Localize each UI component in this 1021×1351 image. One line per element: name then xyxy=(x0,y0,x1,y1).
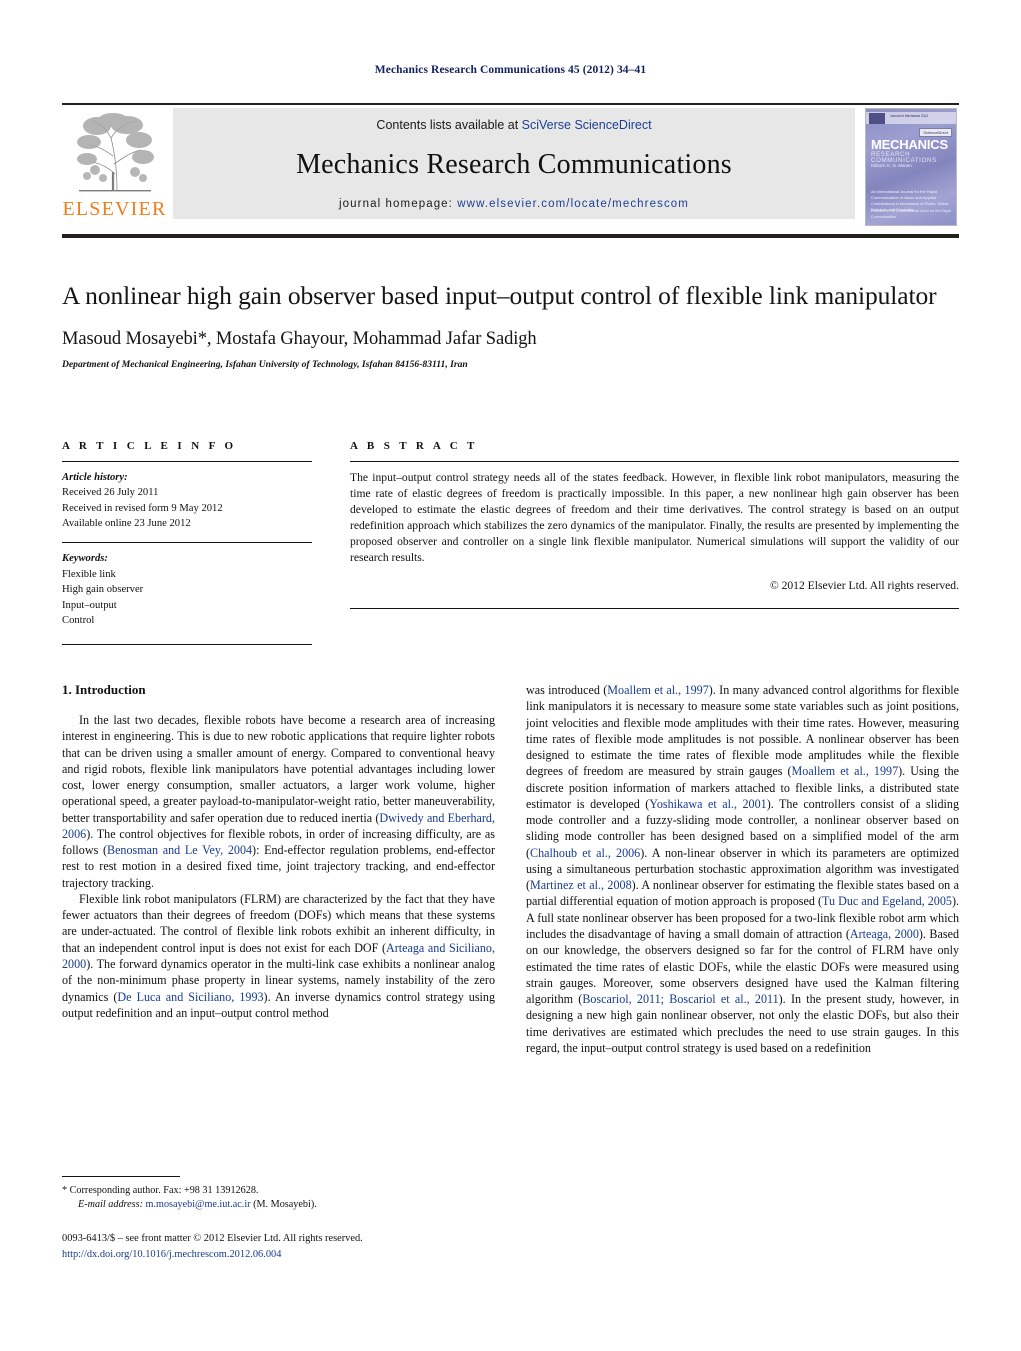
journal-title: Mechanics Research Communications xyxy=(296,149,732,180)
article-info-column: A R T I C L E I N F O Article history: R… xyxy=(62,440,312,646)
body-column-right: was introduced (Moallem et al., 1997). I… xyxy=(526,682,959,1056)
journal-homepage-line: journal homepage: www.elsevier.com/locat… xyxy=(339,198,689,210)
citation-link[interactable]: Martinez et al., 2008 xyxy=(530,878,632,892)
keyword-2: Input–output xyxy=(62,599,117,611)
citation-link[interactable]: Tu Duc and Egeland, 2005 xyxy=(822,894,952,908)
article-info-rule-mid xyxy=(62,542,312,544)
doi-link[interactable]: http://dx.doi.org/10.1016/j.mechrescom.2… xyxy=(62,1247,582,1263)
paragraph-left-1: Flexible link robot manipulators (FLRM) … xyxy=(62,891,495,1020)
journal-band: Contents lists available at SciVerse Sci… xyxy=(173,108,855,219)
citation-link[interactable]: Boscariol, 2011; Boscariol et al., 2011 xyxy=(582,992,778,1006)
citation-link[interactable]: Arteaga, 2000 xyxy=(850,927,919,941)
contents-line: Contents lists available at SciVerse Sci… xyxy=(376,118,651,132)
journal-masthead: ELSEVIER Contents lists available at Sci… xyxy=(62,103,959,233)
citation-link[interactable]: Yoshikawa et al., 2001 xyxy=(649,797,766,811)
abstract-text: The input–output control strategy needs … xyxy=(350,471,959,564)
keyword-3: Control xyxy=(62,614,95,626)
cover-editor-line: Editors: K. G. Manen xyxy=(871,163,912,168)
citation-link[interactable]: Benosman and Le Vey, 2004 xyxy=(107,843,252,857)
footnote-rule xyxy=(62,1176,180,1177)
body-column-gap xyxy=(495,682,526,1056)
email-link[interactable]: m.mosayebi@me.iut.ac.ir xyxy=(146,1199,251,1210)
cover-title-primary: MECHANICS xyxy=(871,137,948,152)
email-note: E-mail address: m.mosayebi@me.iut.ac.ir … xyxy=(62,1198,495,1212)
citation-link[interactable]: Chalhoub et al., 2006 xyxy=(530,846,640,860)
journal-cover-block: Journal of Mechanics 2012 ScienceDirect … xyxy=(863,108,959,234)
body-columns: 1. Introduction In the last two decades,… xyxy=(62,682,959,1056)
author-list: Masoud Mosayebi*, Mostafa Ghayour, Moham… xyxy=(62,329,537,350)
citation-link[interactable]: Moallem et al., 1997 xyxy=(792,764,899,778)
citation-link[interactable]: Dwivedy and Eberhard, 2006 xyxy=(62,811,495,841)
footnote-block: * Corresponding author. Fax: +98 31 1391… xyxy=(62,1176,495,1213)
column-gap xyxy=(312,440,350,645)
email-label: E-mail address: xyxy=(78,1199,143,1211)
running-head-journal: Mechanics Research Communications xyxy=(374,64,566,76)
page-title: A nonlinear high gain observer based inp… xyxy=(62,281,937,310)
paper-page: Mechanics Research Communications 45 (20… xyxy=(0,0,1021,1351)
paragraph-right-0: was introduced (Moallem et al., 1997). I… xyxy=(526,683,959,1055)
abstract-rule-bottom xyxy=(350,607,959,609)
article-history-label: Article history: xyxy=(62,472,128,483)
article-history-2: Available online 23 June 2012 xyxy=(62,518,191,530)
contents-prefix: Contents lists available at xyxy=(376,118,522,132)
abstract-heading: A B S T R A C T xyxy=(350,440,478,452)
corresponding-author-note: * Corresponding author. Fax: +98 31 1391… xyxy=(62,1185,259,1196)
running-head-citation: 45 (2012) 34–41 xyxy=(568,64,647,76)
title-block: A nonlinear high gain observer based inp… xyxy=(62,280,959,370)
body-column-left: 1. Introduction In the last two decades,… xyxy=(62,682,495,1056)
affiliation: Department of Mechanical Engineering, Is… xyxy=(62,359,468,371)
email-suffix: (M. Mosayebi). xyxy=(253,1199,317,1211)
cover-sciencedirect-badge: ScienceDirect xyxy=(919,128,952,137)
paragraph-left-0: In the last two decades, flexible robots… xyxy=(62,713,495,890)
cover-elsevier-mark xyxy=(869,113,885,124)
abstract-rule-top xyxy=(350,461,959,462)
section-title-introduction: 1. Introduction xyxy=(62,682,146,697)
article-info-rule-bottom xyxy=(62,644,312,646)
page-footer: 0093-6413/$ – see front matter © 2012 El… xyxy=(62,1231,582,1262)
elsevier-tree-icon xyxy=(76,113,154,192)
journal-cover-thumbnail[interactable]: Journal of Mechanics 2012 ScienceDirect … xyxy=(865,108,957,226)
info-abstract-region: A R T I C L E I N F O Article history: R… xyxy=(62,440,959,646)
abstract-copyright: © 2012 Elsevier Ltd. All rights reserved… xyxy=(769,578,959,592)
abstract-column: A B S T R A C T The input–output control… xyxy=(350,440,959,645)
issn-copyright-line: 0093-6413/$ – see front matter © 2012 El… xyxy=(62,1233,363,1244)
keyword-0: Flexible link xyxy=(62,568,116,580)
homepage-url-link[interactable]: www.elsevier.com/locate/mechrescom xyxy=(457,198,689,210)
keywords-label: Keywords: xyxy=(62,553,108,565)
sciencedirect-link[interactable]: SciVerse ScienceDirect xyxy=(522,118,652,132)
cover-top-text: Journal of Mechanics 2012 xyxy=(890,114,929,118)
article-history-0: Received 26 July 2011 xyxy=(62,487,159,499)
citation-link[interactable]: De Luca and Siciliano, 1993 xyxy=(117,990,263,1004)
masthead-bottom-rule xyxy=(62,234,959,238)
citation-link[interactable]: Arteaga and Siciliano, 2000 xyxy=(62,941,495,971)
article-info-heading: A R T I C L E I N F O xyxy=(62,440,237,452)
article-info-rule-top xyxy=(62,461,312,462)
cover-footer-text: Founded in 1973 International Union for … xyxy=(871,209,951,219)
article-history-1: Received in revised form 9 May 2012 xyxy=(62,502,223,514)
running-head: Mechanics Research Communications 45 (20… xyxy=(0,64,1021,76)
citation-link[interactable]: Moallem et al., 1997 xyxy=(607,683,708,697)
homepage-prefix: journal homepage: xyxy=(339,198,458,210)
elsevier-wordmark: ELSEVIER xyxy=(62,198,167,220)
keyword-1: High gain observer xyxy=(62,584,144,596)
elsevier-logo: ELSEVIER xyxy=(62,108,167,234)
